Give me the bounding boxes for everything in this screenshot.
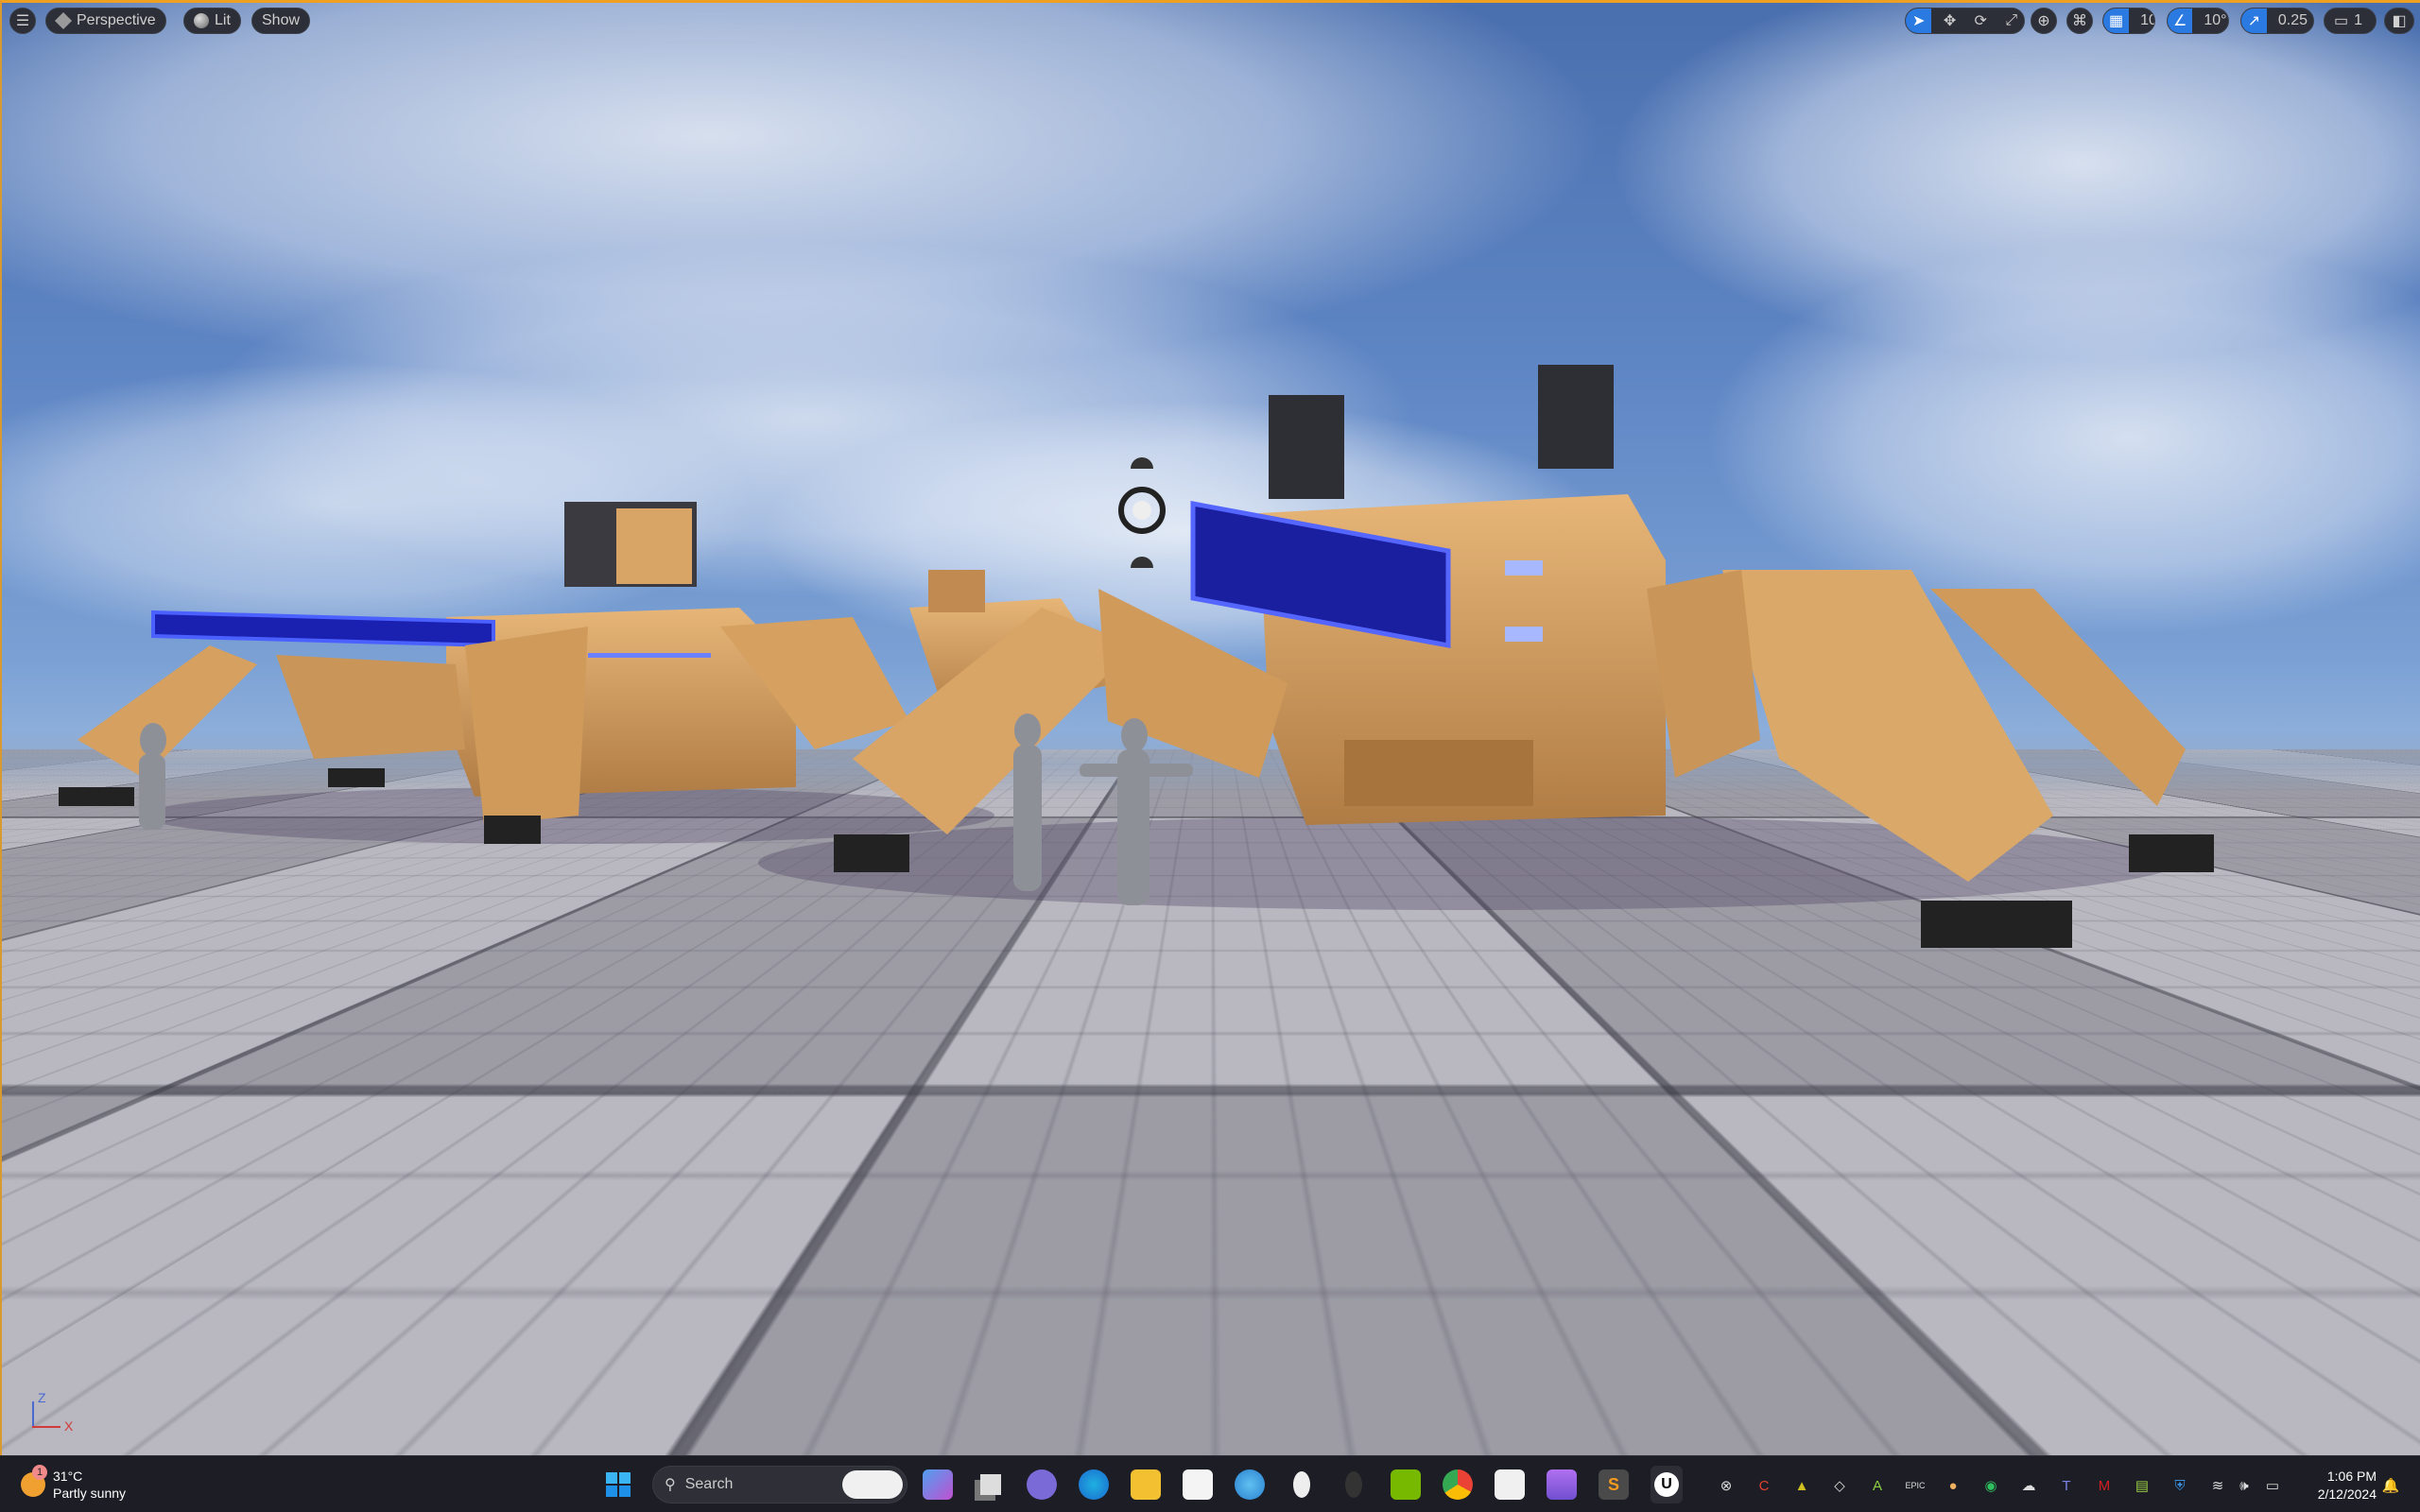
axis-gizmo: Z X: [26, 1390, 83, 1437]
xbox-icon[interactable]: ⊗: [1716, 1475, 1737, 1496]
camera-icon: ▭: [2334, 11, 2348, 30]
level-viewport[interactable]: ☰ Perspective Lit Show ➤ ✥ ⟳ ⤢ ⊕ ⌘ ▦ 10 …: [0, 0, 2420, 1455]
paint-icon[interactable]: [1235, 1469, 1265, 1500]
task-view-icon[interactable]: [976, 1469, 1006, 1500]
maximize-icon: ◧: [2392, 11, 2406, 30]
grid-icon: ▦: [2103, 9, 2129, 33]
transform-tools: ➤ ✥ ⟳ ⤢: [1905, 8, 2025, 34]
world-local-toggle[interactable]: ⊕: [2031, 8, 2057, 34]
surface-snap-icon: ⌘: [2072, 11, 2087, 30]
teams-icon[interactable]: T: [2056, 1475, 2077, 1496]
mcafee-icon[interactable]: M: [2094, 1475, 2115, 1496]
nvidia-icon[interactable]: [1391, 1469, 1421, 1500]
tray-orb-icon[interactable]: ●: [1943, 1475, 1963, 1496]
tray-app-b-icon[interactable]: ▤: [2132, 1475, 2152, 1496]
weather-widget[interactable]: 1 31°C Partly sunny: [21, 1466, 126, 1503]
start-button[interactable]: [603, 1469, 633, 1500]
onedrive-icon[interactable]: ☁: [2018, 1475, 2039, 1496]
ccleaner-icon[interactable]: C: [1754, 1475, 1774, 1496]
battery-icon[interactable]: ▭: [2262, 1475, 2283, 1496]
grid-snap-control[interactable]: ▦ 10: [2102, 8, 2155, 34]
clipchamp-icon[interactable]: [923, 1469, 953, 1500]
maximize-viewport-button[interactable]: ◧: [2384, 8, 2414, 34]
lit-sphere-icon: [194, 13, 209, 28]
search-icon: ⚲: [665, 1475, 676, 1494]
tray-warning-icon[interactable]: ▲: [1791, 1475, 1812, 1496]
partly-sunny-icon: 1: [21, 1472, 45, 1497]
tray-app-a-icon[interactable]: A: [1867, 1475, 1888, 1496]
windows-taskbar: 1 31°C Partly sunny ⚲ Search S U ⊗ C ▲ ◇…: [0, 1455, 2420, 1512]
scale-snap-control[interactable]: ↗ 0.25: [2240, 8, 2314, 34]
windows-logo-icon: [606, 1472, 631, 1497]
file-explorer-icon[interactable]: [1131, 1469, 1161, 1500]
scene-meshes: [2, 3, 2420, 1455]
windows-security-icon[interactable]: ⛨: [2169, 1475, 2190, 1496]
microsoft-store-icon[interactable]: [1183, 1469, 1213, 1500]
unreal-engine-icon[interactable]: U: [1651, 1466, 1683, 1503]
epic-games-icon[interactable]: EPIC: [1905, 1475, 1926, 1496]
unity-icon[interactable]: ◇: [1829, 1475, 1850, 1496]
wifi-icon[interactable]: ≋: [2207, 1475, 2228, 1496]
alienware-dark-icon[interactable]: [1339, 1469, 1369, 1500]
surface-snapping-button[interactable]: ⌘: [2066, 8, 2093, 34]
select-tool-icon[interactable]: ➤: [1906, 9, 1931, 33]
camera-speed-button[interactable]: ▭ 1: [2324, 8, 2377, 34]
rotation-snap-control[interactable]: ∠ 10°: [2167, 8, 2229, 34]
tray-green-icon[interactable]: ◉: [1980, 1475, 2001, 1496]
teams-meet-icon[interactable]: [1027, 1469, 1057, 1500]
notification-bell-icon[interactable]: 🔔: [2380, 1475, 2401, 1496]
view-mode-button[interactable]: Perspective: [45, 8, 166, 34]
alienware-icon[interactable]: [1287, 1469, 1317, 1500]
show-button[interactable]: Show: [251, 8, 310, 34]
edge-icon[interactable]: [1079, 1469, 1109, 1500]
viewport-menu-button[interactable]: ☰: [9, 8, 36, 34]
scale-arrow-icon: ↗: [2241, 9, 2267, 33]
globe-icon: ⊕: [2037, 11, 2049, 30]
snipping-tool-icon[interactable]: [1495, 1469, 1525, 1500]
lighting-mode-button[interactable]: Lit: [183, 8, 241, 34]
volume-icon[interactable]: 🕪: [2234, 1475, 2255, 1496]
translate-tool-icon[interactable]: ✥: [1937, 9, 1962, 33]
clock[interactable]: 1:06 PM 2/12/2024: [2297, 1468, 2377, 1503]
sublime-text-icon[interactable]: S: [1599, 1469, 1629, 1500]
angle-icon: ∠: [2168, 9, 2192, 33]
hamburger-icon: ☰: [16, 11, 29, 30]
scale-tool-icon[interactable]: ⤢: [1998, 9, 2024, 33]
perspective-cube-icon: [55, 12, 72, 29]
clipchamp-purple-icon[interactable]: [1547, 1469, 1577, 1500]
directional-light-icon: [1121, 457, 1163, 568]
copilot-icon[interactable]: [842, 1470, 903, 1499]
chrome-icon[interactable]: [1443, 1469, 1473, 1500]
rotate-tool-icon[interactable]: ⟳: [1968, 9, 1994, 33]
taskbar-search[interactable]: ⚲ Search: [652, 1466, 908, 1503]
